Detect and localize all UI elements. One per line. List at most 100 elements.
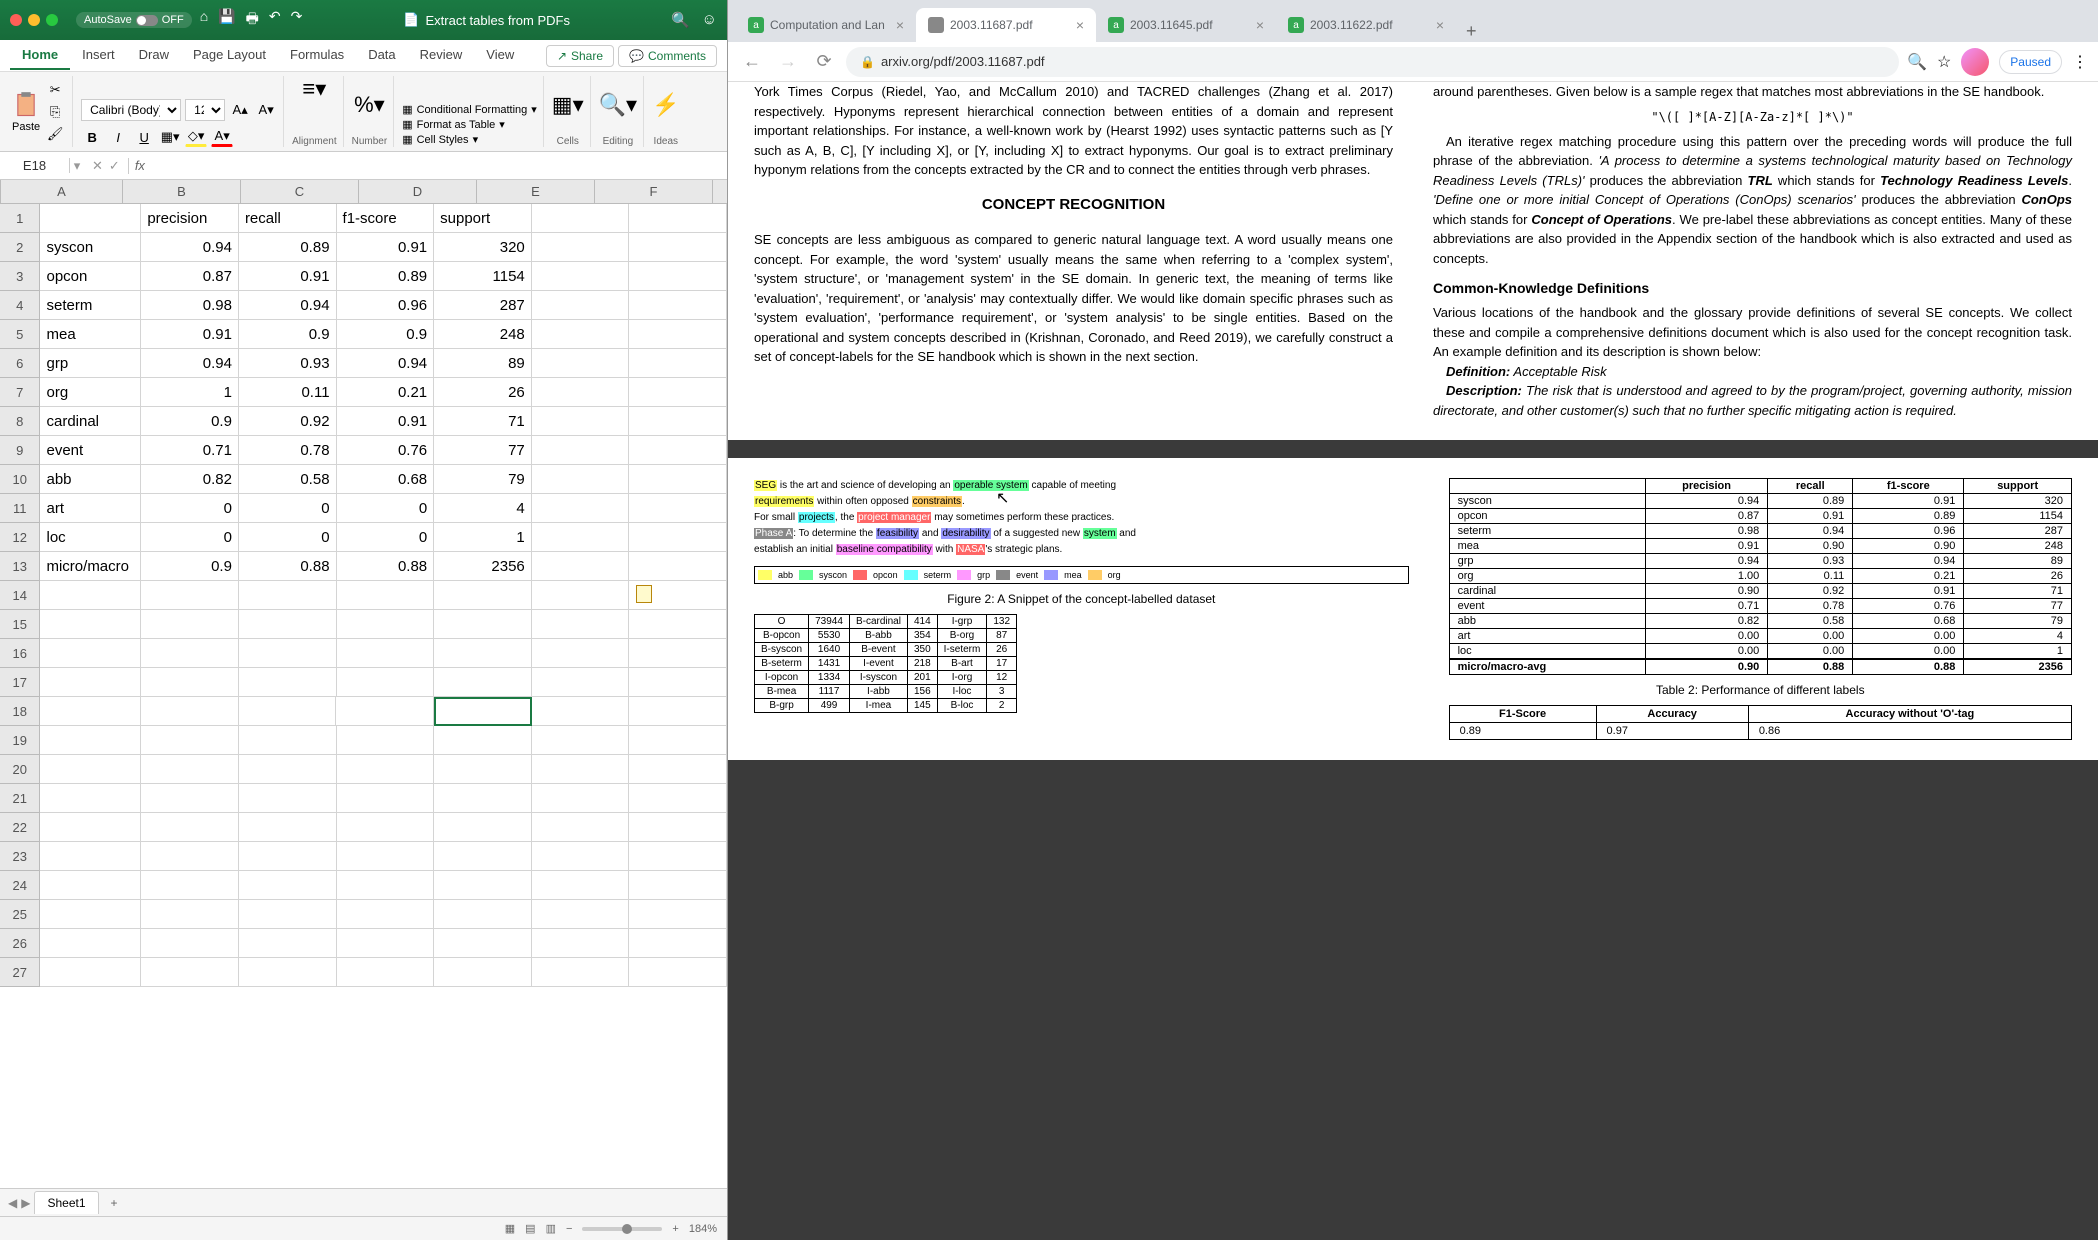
cell-A16[interactable] <box>40 639 141 668</box>
cell-C24[interactable] <box>239 871 337 900</box>
row-header-8[interactable]: 8 <box>0 407 40 436</box>
cell-B1[interactable]: precision <box>141 204 239 233</box>
cell-A11[interactable]: art <box>40 494 141 523</box>
cell-E4[interactable]: 287 <box>434 291 532 320</box>
cell-D11[interactable]: 0 <box>337 494 435 523</box>
row-header-7[interactable]: 7 <box>0 378 40 407</box>
cell-E12[interactable]: 1 <box>434 523 532 552</box>
cell-C3[interactable]: 0.91 <box>239 262 337 291</box>
cell-E23[interactable] <box>434 842 532 871</box>
cell-B18[interactable] <box>141 697 239 726</box>
cell-G11[interactable] <box>629 494 727 523</box>
row-header-15[interactable]: 15 <box>0 610 40 639</box>
row-header-6[interactable]: 6 <box>0 349 40 378</box>
cell-F3[interactable] <box>532 262 630 291</box>
increase-font-icon[interactable]: A▴ <box>229 100 251 120</box>
cell-A3[interactable]: opcon <box>40 262 141 291</box>
cell-B2[interactable]: 0.94 <box>141 233 239 262</box>
cell-C4[interactable]: 0.94 <box>239 291 337 320</box>
underline-button[interactable]: U <box>133 127 155 147</box>
cell-F24[interactable] <box>532 871 630 900</box>
cells-icon[interactable]: ▦▾ <box>552 92 584 118</box>
cell-C14[interactable] <box>239 581 337 610</box>
cell-A13[interactable]: micro/macro <box>40 552 141 581</box>
cell-C2[interactable]: 0.89 <box>239 233 337 262</box>
cell-C27[interactable] <box>239 958 337 987</box>
print-icon[interactable]: 🖶 <box>246 8 259 32</box>
cell-G7[interactable] <box>629 378 727 407</box>
row-header-18[interactable]: 18 <box>0 697 40 726</box>
row-header-24[interactable]: 24 <box>0 871 40 900</box>
cell-G1[interactable] <box>629 204 727 233</box>
cell-B16[interactable] <box>141 639 239 668</box>
redo-icon[interactable]: ↷ <box>291 8 303 32</box>
cell-E27[interactable] <box>434 958 532 987</box>
ribbon-tab-review[interactable]: Review <box>408 41 475 70</box>
cell-G22[interactable] <box>629 813 727 842</box>
cell-C18[interactable] <box>239 697 337 726</box>
view-layout-icon[interactable]: ▤ <box>525 1222 535 1235</box>
pdf-viewer[interactable]: York Times Corpus (Riedel, Yao, and McCa… <box>728 82 2098 1240</box>
cell-G4[interactable] <box>629 291 727 320</box>
cell-B24[interactable] <box>141 871 239 900</box>
cell-D8[interactable]: 0.91 <box>337 407 435 436</box>
font-color-button[interactable]: A▾ <box>211 127 233 147</box>
row-header-20[interactable]: 20 <box>0 755 40 784</box>
cell-E16[interactable] <box>434 639 532 668</box>
cell-F21[interactable] <box>532 784 630 813</box>
cell-D3[interactable]: 0.89 <box>337 262 435 291</box>
maximize-window[interactable] <box>46 14 58 26</box>
cell-G27[interactable] <box>629 958 727 987</box>
row-header-9[interactable]: 9 <box>0 436 40 465</box>
cell-E13[interactable]: 2356 <box>434 552 532 581</box>
cell-B17[interactable] <box>141 668 239 697</box>
cell-D20[interactable] <box>337 755 435 784</box>
profile-paused-badge[interactable]: Paused <box>1999 50 2062 74</box>
zoom-slider[interactable] <box>582 1227 662 1231</box>
sheet-nav-prev[interactable]: ◀ <box>8 1196 17 1210</box>
name-box-dropdown-icon[interactable]: ▾ <box>70 158 84 174</box>
conditional-formatting-button[interactable]: ▦Conditional Formatting ▾ <box>402 102 537 117</box>
cell-A6[interactable]: grp <box>40 349 141 378</box>
cell-A4[interactable]: seterm <box>40 291 141 320</box>
cell-E11[interactable]: 4 <box>434 494 532 523</box>
cell-G10[interactable] <box>629 465 727 494</box>
close-tab-icon[interactable]: × <box>1256 17 1264 33</box>
cell-F15[interactable] <box>532 610 630 639</box>
cell-A10[interactable]: abb <box>40 465 141 494</box>
cell-C7[interactable]: 0.11 <box>239 378 337 407</box>
confirm-icon[interactable]: ✓ <box>109 158 120 174</box>
ribbon-tab-home[interactable]: Home <box>10 41 70 70</box>
cell-B26[interactable] <box>141 929 239 958</box>
row-header-23[interactable]: 23 <box>0 842 40 871</box>
cell-G5[interactable] <box>629 320 727 349</box>
row-header-16[interactable]: 16 <box>0 639 40 668</box>
row-header-3[interactable]: 3 <box>0 262 40 291</box>
share-button[interactable]: ↗Share <box>546 45 614 67</box>
cell-G6[interactable] <box>629 349 727 378</box>
cell-G13[interactable] <box>629 552 727 581</box>
cell-G16[interactable] <box>629 639 727 668</box>
zoom-icon[interactable]: 🔍 <box>1907 52 1927 72</box>
ideas-icon[interactable]: ⚡ <box>652 92 679 118</box>
column-header-E[interactable]: E <box>477 180 595 203</box>
cell-C26[interactable] <box>239 929 337 958</box>
column-header-D[interactable]: D <box>359 180 477 203</box>
cell-D14[interactable] <box>337 581 435 610</box>
cell-F10[interactable] <box>532 465 630 494</box>
cell-G18[interactable] <box>629 697 727 726</box>
bookmark-icon[interactable]: ☆ <box>1937 52 1951 72</box>
cell-D16[interactable] <box>337 639 435 668</box>
cell-D27[interactable] <box>337 958 435 987</box>
cell-C17[interactable] <box>239 668 337 697</box>
close-tab-icon[interactable]: × <box>1436 17 1444 33</box>
cell-G23[interactable] <box>629 842 727 871</box>
cell-F13[interactable] <box>532 552 630 581</box>
cell-G21[interactable] <box>629 784 727 813</box>
cell-G2[interactable] <box>629 233 727 262</box>
cell-F8[interactable] <box>532 407 630 436</box>
row-header-21[interactable]: 21 <box>0 784 40 813</box>
cell-G24[interactable] <box>629 871 727 900</box>
browser-tab[interactable]: 2003.11687.pdf× <box>916 8 1096 42</box>
editing-icon[interactable]: 🔍▾ <box>599 92 637 118</box>
